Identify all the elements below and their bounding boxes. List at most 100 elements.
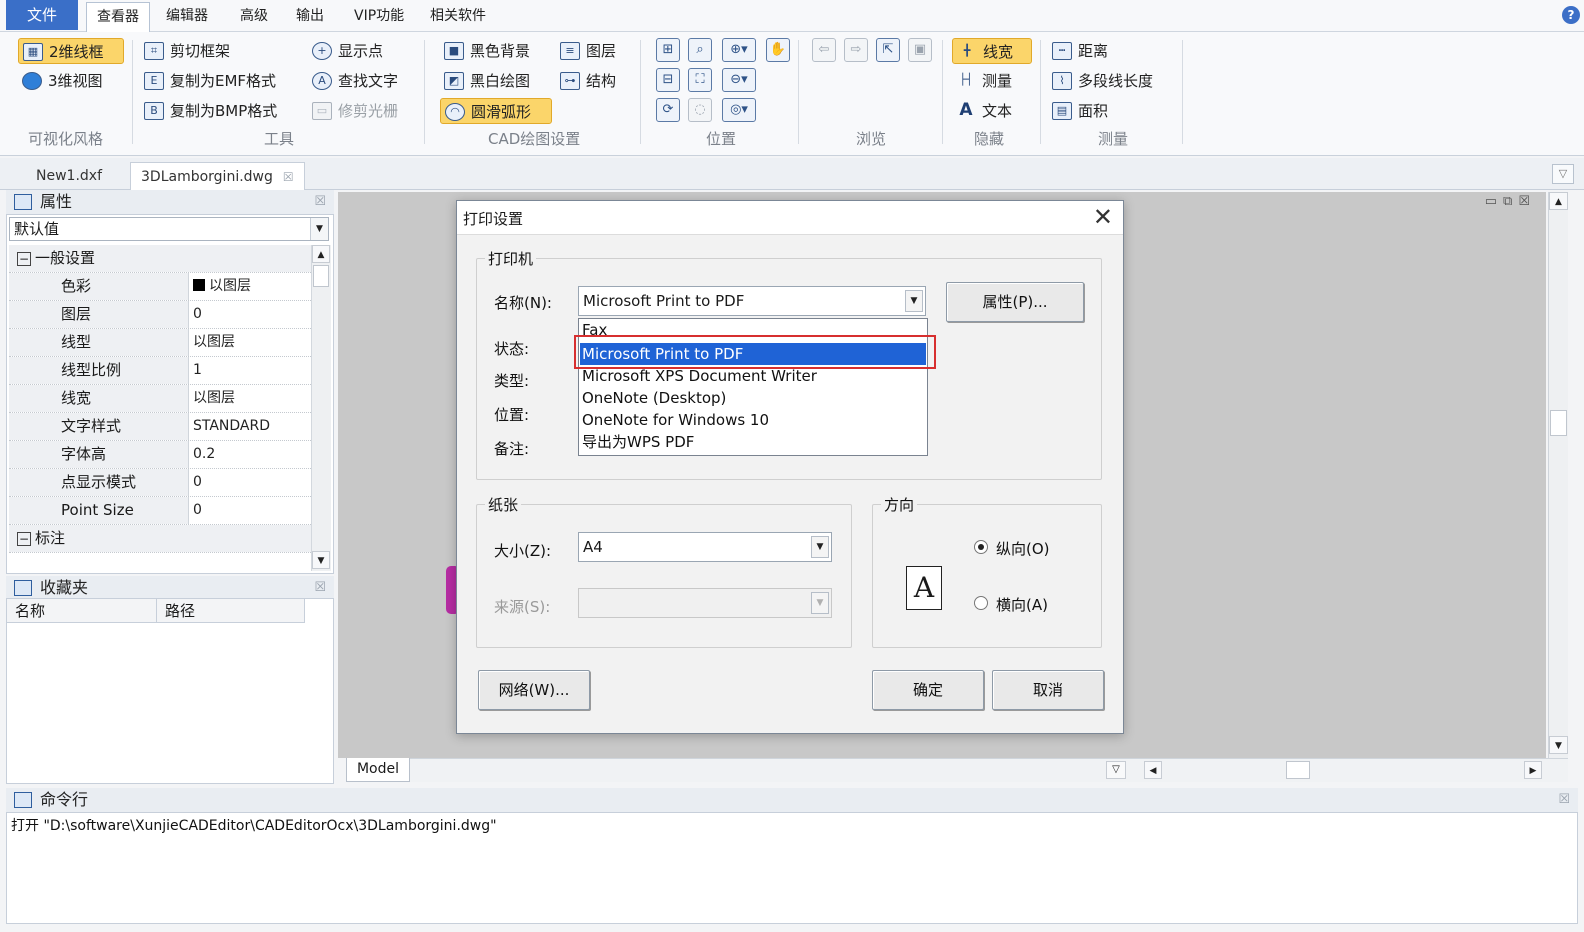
collapse-toggle-icon[interactable]: − (17, 252, 31, 266)
property-row[interactable]: 线宽 以图层 (9, 385, 311, 413)
preset-select[interactable]: 默认值 ▼ (9, 217, 329, 241)
landscape-radio[interactable] (974, 596, 988, 610)
chevron-down-icon[interactable]: ▼ (811, 592, 829, 614)
scroll-down-icon[interactable]: ▼ (312, 551, 330, 569)
property-row[interactable]: Point Size 0 (9, 497, 311, 525)
network-button[interactable]: 网络(W)... (478, 670, 590, 710)
tab-editor[interactable]: 编辑器 (156, 2, 218, 32)
property-value[interactable]: 0 (193, 497, 202, 524)
open-view-icon[interactable]: ⇱ (876, 38, 900, 62)
portrait-label[interactable]: 纵向(O) (996, 538, 1050, 559)
collapse-ribbon-icon[interactable]: ▽ (1552, 164, 1574, 184)
hand-icon[interactable]: ✋ (766, 38, 790, 62)
chevron-down-icon[interactable]: ▼ (310, 218, 328, 240)
area-button[interactable]: ▤ 面积 (1048, 98, 1108, 124)
close-view-icon[interactable]: ▣ (908, 38, 932, 62)
tab-related-software[interactable]: 相关软件 (420, 2, 496, 32)
zoom-out-icon[interactable]: ⊖▾ (722, 68, 756, 92)
paper-source-select[interactable]: ▼ (578, 588, 832, 618)
landscape-label[interactable]: 横向(A) (996, 594, 1048, 615)
layers-button[interactable]: ≡ 图层 (556, 38, 616, 64)
printer-name-select[interactable]: Microsoft Print to PDF ▼ (578, 286, 926, 316)
chevron-down-icon[interactable]: ▼ (811, 536, 829, 558)
property-value[interactable]: 以图层 (193, 273, 251, 300)
rotate-3d-icon[interactable]: ⟳ (656, 98, 680, 122)
property-section[interactable]: 一般设置 − (9, 245, 311, 273)
text-toggle-button[interactable]: A 文本 (952, 98, 1012, 124)
property-row[interactable]: 字体高 0.2 (9, 441, 311, 469)
close-tab-icon[interactable]: ☒ (283, 170, 294, 184)
show-points-button[interactable]: + 显示点 (308, 38, 383, 64)
fit-left-icon[interactable]: ⊟ (656, 68, 680, 92)
scroll-down-icon[interactable]: ▼ (1549, 736, 1568, 754)
property-row[interactable]: 线型比例 1 (9, 357, 311, 385)
collapse-toggle-icon[interactable]: − (17, 532, 31, 546)
dimension-button[interactable]: ├┤ 测量 (952, 68, 1012, 94)
scroll-thumb[interactable] (313, 265, 329, 287)
property-section[interactable]: 标注 − (9, 525, 311, 553)
tab-file[interactable]: 文件 (6, 0, 78, 30)
clip-frame-button[interactable]: ⌗ 剪切框架 (140, 38, 230, 64)
printer-option-onenote-win10[interactable]: OneNote for Windows 10 (580, 409, 926, 431)
tab-vip[interactable]: VIP功能 (344, 2, 414, 32)
close-icon[interactable]: ✕ (1093, 203, 1113, 231)
scroll-right-icon[interactable]: ▶ (1524, 761, 1542, 779)
command-output[interactable]: 打开 "D:\software\XunjieCADEditor\CADEdito… (6, 812, 1578, 924)
canvas-horizontal-scrollbar[interactable]: ▽ ◀ ▶ (410, 758, 1568, 782)
portrait-radio[interactable] (974, 540, 988, 554)
chevron-down-icon[interactable]: ▼ (905, 290, 923, 312)
tab-advanced[interactable]: 高级 (230, 2, 278, 32)
zoom-window-icon[interactable]: ⌕ (688, 38, 712, 62)
printer-option-ms-pdf[interactable]: Microsoft Print to PDF (580, 343, 926, 365)
scroll-thumb[interactable] (1286, 761, 1310, 779)
back-arrow-icon[interactable]: ⇦ (812, 38, 836, 62)
model-tab[interactable]: Model (346, 758, 410, 782)
property-row[interactable]: 点显示模式 0 (9, 469, 311, 497)
smooth-arc-button[interactable]: ◠ 圆滑弧形 (440, 98, 552, 124)
pan-icon[interactable]: ⊞ (656, 38, 680, 62)
scroll-left-icon[interactable]: ◀ (1144, 761, 1162, 779)
property-value[interactable]: 1 (193, 357, 202, 384)
property-value[interactable]: 以图层 (193, 385, 235, 412)
copy-emf-button[interactable]: E 复制为EMF格式 (140, 68, 276, 94)
close-panel-icon[interactable]: ☒ (314, 190, 326, 214)
properties-scrollbar[interactable]: ▲ ▼ (311, 245, 331, 571)
property-row[interactable]: 线型 以图层 (9, 329, 311, 357)
zoom-extents-icon[interactable]: ⛶ (688, 68, 712, 92)
window-controls-icon[interactable]: ▭⧉☒ (1485, 194, 1536, 209)
trim-raster-button[interactable]: ▭ 修剪光栅 (308, 98, 398, 124)
scroll-thumb[interactable] (1550, 410, 1567, 436)
structure-button[interactable]: ⊶ 结构 (556, 68, 616, 94)
property-value[interactable]: 0 (193, 301, 202, 328)
forward-arrow-icon[interactable]: ⇨ (844, 38, 868, 62)
chevron-down-icon[interactable]: ▽ (1106, 761, 1126, 779)
copy-bmp-button[interactable]: B 复制为BMP格式 (140, 98, 277, 124)
bw-drawing-button[interactable]: ◩ 黑白绘图 (440, 68, 530, 94)
cancel-button[interactable]: 取消 (992, 670, 1104, 710)
distance-button[interactable]: ┅ 距离 (1048, 38, 1108, 64)
property-value[interactable]: 以图层 (193, 329, 235, 356)
tab-output[interactable]: 输出 (286, 2, 334, 32)
paper-size-select[interactable]: A4 ▼ (578, 532, 832, 562)
orbit-icon[interactable]: ◌ (688, 98, 712, 122)
property-row[interactable]: 图层 0 (9, 301, 311, 329)
col-path-header[interactable]: 路径 (157, 599, 305, 623)
property-row[interactable]: 文字样式 STANDARD (9, 413, 311, 441)
ok-button[interactable]: 确定 (872, 670, 984, 710)
property-value[interactable]: 0 (193, 469, 202, 496)
col-name-header[interactable]: 名称 (7, 599, 157, 623)
property-value[interactable]: 0.2 (193, 441, 215, 468)
zoom-options-icon[interactable]: ◎▾ (722, 98, 756, 122)
doc-tab-new1[interactable]: New1.dxf (26, 162, 112, 190)
black-background-button[interactable]: ■ 黑色背景 (440, 38, 530, 64)
printer-properties-button[interactable]: 属性(P)... (946, 282, 1084, 322)
help-icon[interactable]: ? (1562, 6, 1580, 24)
scroll-up-icon[interactable]: ▲ (1549, 192, 1568, 210)
doc-tab-3dlamborgini[interactable]: 3DLamborgini.dwg ☒ (130, 162, 305, 190)
printer-option-onenote-desktop[interactable]: OneNote (Desktop) (580, 387, 926, 409)
canvas-vertical-scrollbar[interactable]: ▲ ▼ (1548, 192, 1568, 758)
view-3d-button[interactable]: 3维视图 (18, 68, 103, 94)
close-panel-icon[interactable]: ☒ (314, 576, 326, 600)
zoom-in-icon[interactable]: ⊕▾ (722, 38, 756, 62)
printer-option-xps[interactable]: Microsoft XPS Document Writer (580, 365, 926, 387)
